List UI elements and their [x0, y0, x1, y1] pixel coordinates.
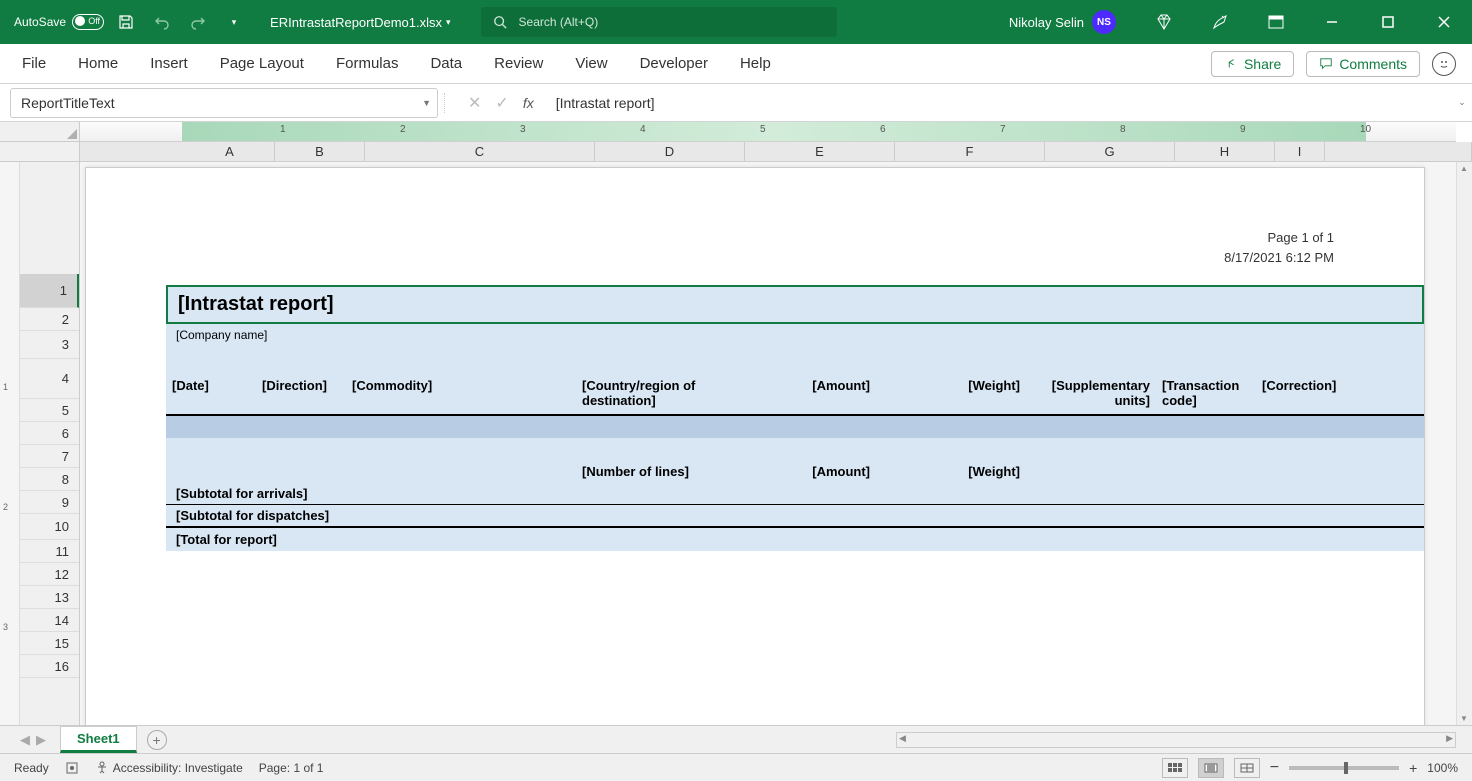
- accessibility-status[interactable]: Accessibility: Investigate: [95, 761, 243, 775]
- name-box[interactable]: ReportTitleText ▼: [10, 88, 438, 118]
- formula-bar: ReportTitleText ▼ ✕ ✓ fx [Intrastat repo…: [0, 84, 1472, 122]
- toggle-switch[interactable]: Off: [72, 14, 104, 30]
- new-sheet-button[interactable]: +: [147, 730, 167, 750]
- search-placeholder: Search (Alt+Q): [519, 15, 599, 29]
- zoom-slider[interactable]: [1289, 766, 1399, 770]
- maximize-button[interactable]: [1360, 0, 1416, 44]
- diamond-icon[interactable]: [1136, 0, 1192, 44]
- share-icon: [1224, 57, 1238, 71]
- page-timestamp: 8/17/2021 6:12 PM: [86, 248, 1334, 268]
- accessibility-icon: [95, 761, 109, 775]
- tab-nav-next[interactable]: ▶: [36, 732, 46, 748]
- column-headers[interactable]: A B C D E F G H I: [0, 142, 1472, 162]
- fx-icon[interactable]: fx: [523, 95, 534, 111]
- qat-dropdown-icon[interactable]: ▾: [220, 8, 248, 36]
- search-icon: [493, 15, 507, 29]
- column-header-row: [Date] [Direction] [Commodity] [Country/…: [166, 372, 1424, 416]
- horizontal-scrollbar[interactable]: [896, 732, 1456, 748]
- company-cell[interactable]: [Company name]: [166, 324, 1424, 346]
- sheet-tab-bar: ◀ ▶ Sheet1 +: [0, 725, 1472, 753]
- tab-view[interactable]: View: [571, 51, 611, 76]
- enter-icon: ✓: [495, 93, 508, 113]
- view-page-break-icon[interactable]: [1234, 758, 1260, 778]
- view-normal-icon[interactable]: [1162, 758, 1188, 778]
- close-button[interactable]: [1416, 0, 1472, 44]
- tab-page-layout[interactable]: Page Layout: [216, 51, 308, 76]
- worksheet-area: 1 2 3 4 5 6 7 8 9 10 A B C D E F G H I 1…: [0, 122, 1472, 725]
- comment-icon: [1319, 57, 1333, 71]
- data-band: [166, 416, 1424, 438]
- subtotal-arrivals[interactable]: [Subtotal for arrivals]: [166, 483, 1424, 504]
- chevron-down-icon[interactable]: ▼: [422, 98, 431, 108]
- report-title-cell[interactable]: [Intrastat report]: [166, 285, 1424, 324]
- horizontal-ruler: 1 2 3 4 5 6 7 8 9 10: [80, 122, 1456, 142]
- redo-icon[interactable]: [184, 8, 212, 36]
- search-box[interactable]: Search (Alt+Q): [481, 7, 837, 37]
- account-button[interactable]: Nikolay Selin NS: [1009, 10, 1116, 34]
- view-page-layout-icon[interactable]: [1198, 758, 1224, 778]
- save-icon[interactable]: [112, 8, 140, 36]
- page-preview: Page 1 of 1 8/17/2021 6:12 PM [Intrastat…: [85, 167, 1425, 725]
- zoom-out-button[interactable]: −: [1270, 759, 1279, 777]
- undo-icon[interactable]: [148, 8, 176, 36]
- tab-formulas[interactable]: Formulas: [332, 51, 403, 76]
- cancel-icon: ✕: [468, 93, 481, 113]
- vertical-ruler: 1 2 3: [0, 162, 20, 725]
- ribbon-tabs: File Home Insert Page Layout Formulas Da…: [0, 44, 1472, 84]
- tab-data[interactable]: Data: [426, 51, 466, 76]
- page-status: Page: 1 of 1: [259, 761, 324, 775]
- zoom-level[interactable]: 100%: [1427, 761, 1458, 775]
- page-canvas[interactable]: Page 1 of 1 8/17/2021 6:12 PM [Intrastat…: [80, 162, 1456, 725]
- status-ready: Ready: [14, 761, 49, 775]
- document-title[interactable]: ERIntrastatReportDemo1.xlsx▾: [270, 15, 450, 30]
- tab-review[interactable]: Review: [490, 51, 547, 76]
- expand-formula-icon[interactable]: ⌄: [1452, 97, 1472, 108]
- subtotal-dispatches[interactable]: [Subtotal for dispatches]: [166, 504, 1424, 526]
- ribbon-display-icon[interactable]: [1248, 0, 1304, 44]
- tab-developer[interactable]: Developer: [636, 51, 712, 76]
- coming-soon-icon[interactable]: [1192, 0, 1248, 44]
- share-button[interactable]: Share: [1211, 51, 1294, 77]
- minimize-button[interactable]: [1304, 0, 1360, 44]
- tab-nav-prev[interactable]: ◀: [20, 732, 30, 748]
- vertical-scrollbar[interactable]: [1456, 162, 1472, 725]
- tab-help[interactable]: Help: [736, 51, 775, 76]
- autosave-label: AutoSave: [14, 15, 66, 29]
- total-row[interactable]: [Total for report]: [166, 526, 1424, 551]
- tab-home[interactable]: Home: [74, 51, 122, 76]
- comments-button[interactable]: Comments: [1306, 51, 1420, 77]
- summary-header-row: [Number of lines] [Amount] [Weight]: [166, 460, 1424, 483]
- select-all-corner[interactable]: [0, 122, 80, 142]
- zoom-in-button[interactable]: +: [1409, 760, 1417, 776]
- status-bar: Ready Accessibility: Investigate Page: 1…: [0, 753, 1472, 781]
- tab-file[interactable]: File: [18, 51, 50, 76]
- tab-insert[interactable]: Insert: [146, 51, 192, 76]
- sheet-tab-sheet1[interactable]: Sheet1: [60, 726, 137, 753]
- title-bar: AutoSave Off ▾ ERIntrastatReportDemo1.xl…: [0, 0, 1472, 44]
- macro-record-icon[interactable]: [65, 761, 79, 775]
- row-headers[interactable]: 1 2 3 4 5 6 7 8 9 10 11 12 13 14 15 16: [20, 162, 80, 725]
- page-number: Page 1 of 1: [86, 228, 1334, 248]
- formula-input[interactable]: [Intrastat report]: [542, 88, 1452, 118]
- autosave-toggle[interactable]: AutoSave Off: [14, 14, 104, 30]
- feedback-icon[interactable]: [1432, 52, 1456, 76]
- avatar: NS: [1092, 10, 1116, 34]
